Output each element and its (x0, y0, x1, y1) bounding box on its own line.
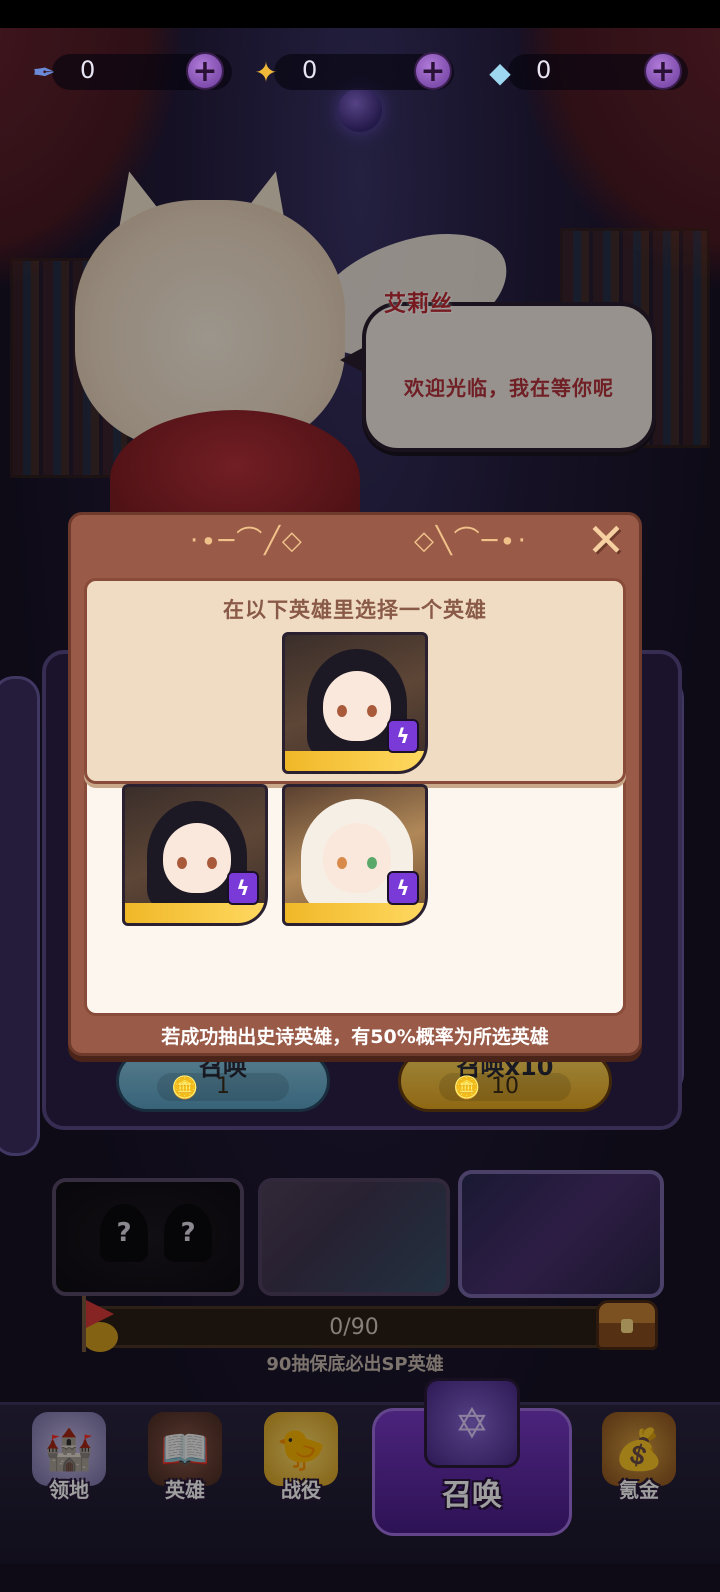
gold-ticket-icon: 🪙 (171, 1076, 199, 1101)
ornament-left-icon: ·∙─⌒╱◇ (190, 526, 304, 556)
lightning-element-icon: ϟ (387, 871, 419, 905)
hero-option-card[interactable]: ϟ (282, 784, 428, 926)
hero-option-card[interactable]: ϟ (122, 784, 268, 926)
currency-diamond-value: 0 (536, 56, 552, 84)
modal-probability-note: 若成功抽出史诗英雄，有50%概率为所选英雄 (161, 1026, 549, 1048)
feather-quill-icon: ✒ (32, 55, 56, 89)
ornament-right-icon: ◇╲⌒─∙· (414, 526, 528, 556)
hero-portrait (163, 823, 231, 893)
currency-ticket-value: 0 (302, 56, 318, 84)
currency-quill-value: 0 (80, 56, 96, 84)
selected-hero-card[interactable]: ϟ (282, 632, 428, 774)
gold-ticket-icon: ✦ (254, 55, 278, 89)
add-ticket-button[interactable]: + (414, 52, 452, 90)
add-quill-button[interactable]: + (186, 52, 224, 90)
add-diamond-button[interactable]: + (644, 52, 682, 90)
status-bar (0, 0, 720, 28)
modal-title: 在以下英雄里选择一个英雄 (223, 598, 487, 622)
close-icon[interactable]: ✕ (584, 517, 628, 563)
hero-portrait (323, 671, 391, 741)
gold-ticket-icon: 🪙 (453, 1076, 481, 1101)
diamond-icon: ◆ (489, 55, 511, 89)
lightning-element-icon: ϟ (387, 719, 419, 753)
lightning-element-icon: ϟ (227, 871, 259, 905)
hero-portrait (323, 823, 391, 893)
